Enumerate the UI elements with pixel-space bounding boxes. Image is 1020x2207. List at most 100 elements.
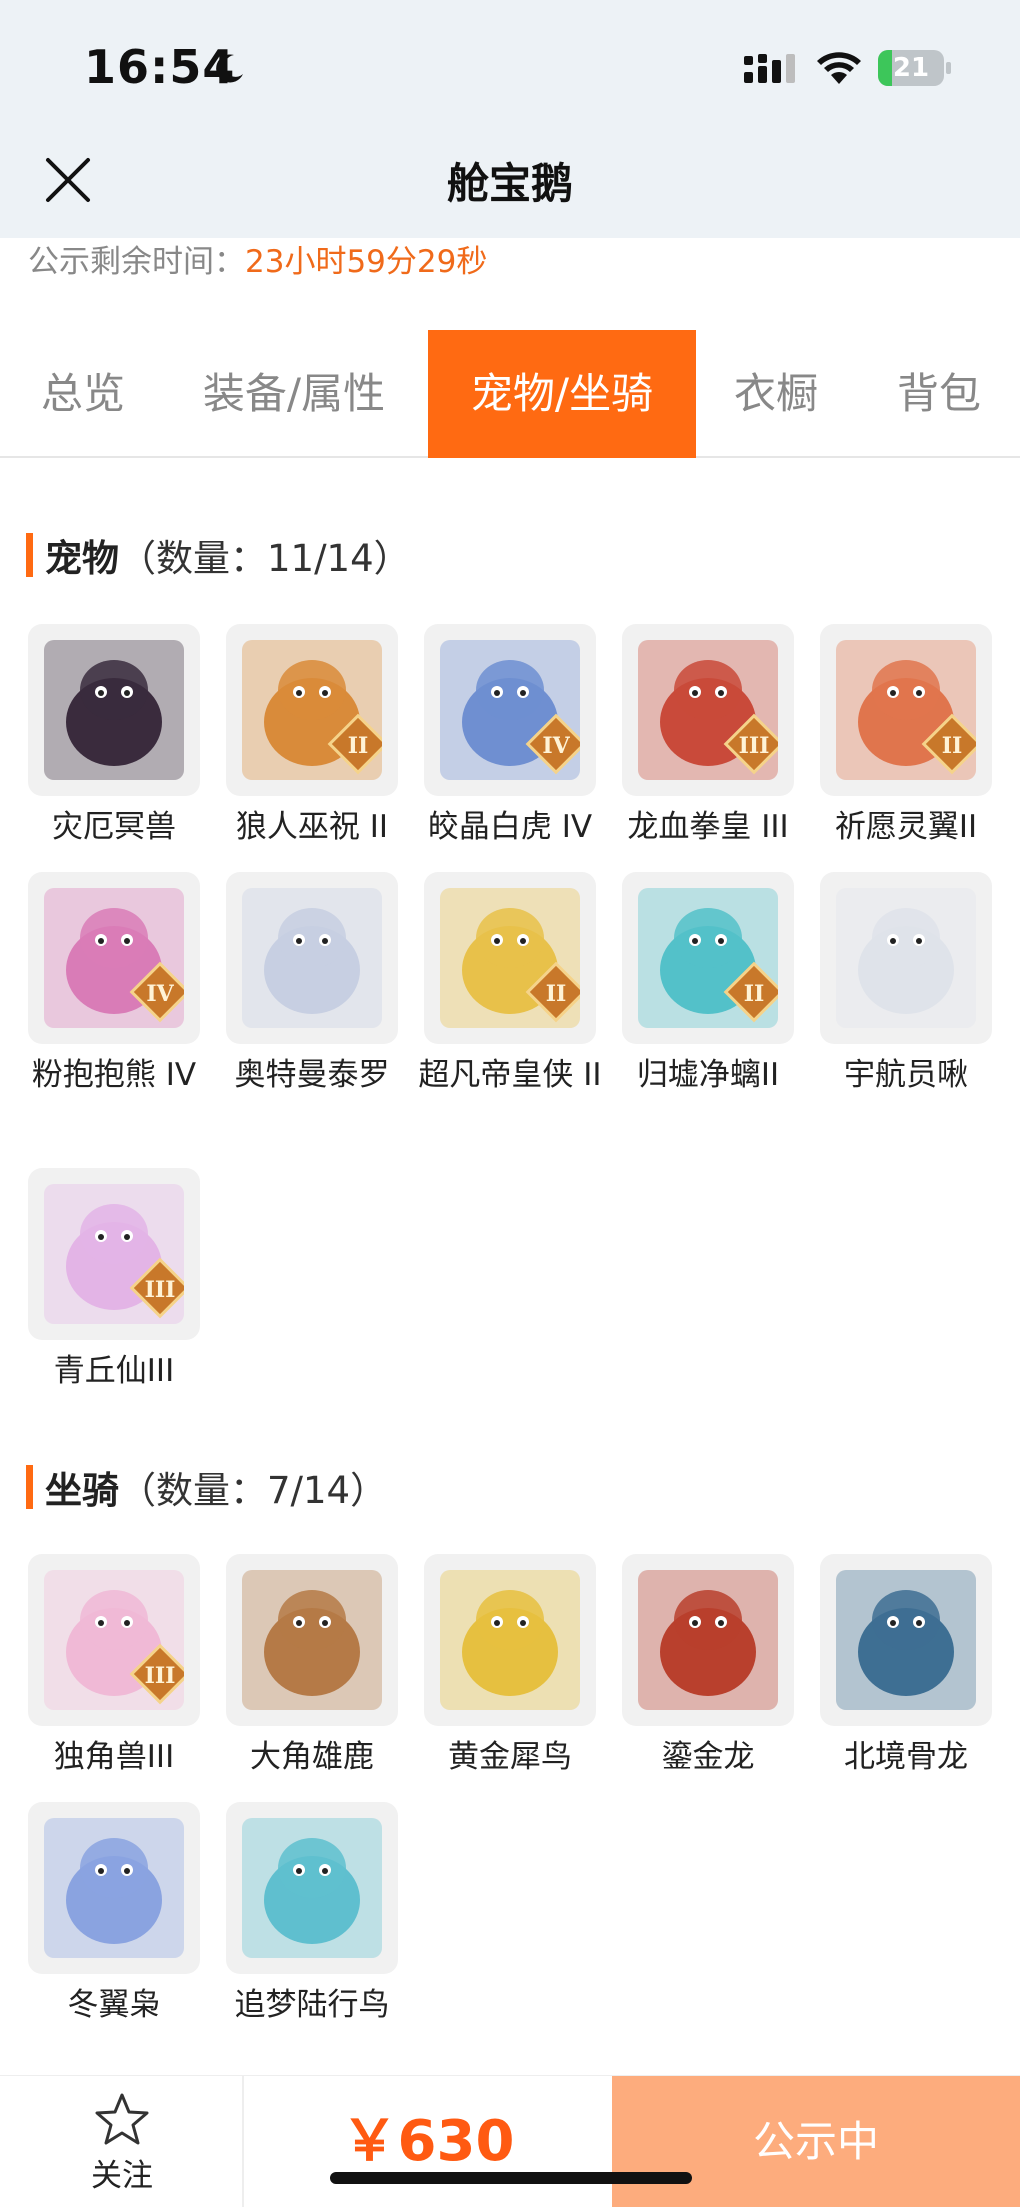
mount-portrait [440,1570,580,1710]
pet-name: 灾厄冥兽 [52,809,176,845]
star-icon [95,2093,149,2145]
mounts-title: 坐骑 [45,1469,119,1512]
mount-portrait [242,1570,382,1710]
pet-item[interactable]: 灾厄冥兽 [28,624,200,845]
tab-overview[interactable]: 总览 [0,330,166,458]
mount-image [622,1554,794,1726]
price: ￥630 [341,2109,515,2174]
pet-image: IV [424,624,596,796]
tier-badge: IV [542,733,570,759]
countdown-label: 公示剩余时间： [28,244,245,280]
battery-level: 21 [892,53,930,83]
tab-wardrobe[interactable]: 衣橱 [712,330,840,458]
follow-button[interactable]: 关注 [0,2076,244,2207]
pet-image: III [28,1168,200,1340]
mount-item[interactable]: 鎏金龙 [622,1554,794,1775]
pet-name: 皎晶白虎 IV [427,809,593,845]
pet-name: 粉抱抱熊 IV [31,1057,197,1093]
pet-name: 龙血拳皇 III [627,809,789,845]
mount-name: 独角兽III [53,1739,175,1775]
mount-portrait [836,1570,976,1710]
pet-item[interactable]: IV 粉抱抱熊 IV [28,872,200,1093]
tab-bar: 总览 装备/属性 宠物/坐骑 衣橱 背包 [0,330,1020,458]
pet-portrait: II [242,640,382,780]
moon-icon [216,54,243,83]
tier-badge: IV [146,981,174,1007]
pet-portrait: II [440,888,580,1028]
pet-item[interactable]: IV 皎晶白虎 IV [424,624,596,845]
pet-portrait: IV [44,888,184,1028]
pet-name: 奥特曼泰罗 [234,1057,390,1093]
pet-item[interactable]: II 归墟净螭II [622,872,794,1093]
pet-image [28,624,200,796]
tab-equipment[interactable]: 装备/属性 [184,330,404,458]
pet-name: 青丘仙III [53,1353,175,1389]
pet-name: 狼人巫祝 II [235,809,389,845]
mount-name: 追梦陆行鸟 [234,1987,390,2023]
mount-image: III [28,1554,200,1726]
pet-item[interactable]: II 狼人巫祝 II [226,624,398,845]
pet-item[interactable]: 奥特曼泰罗 [226,872,398,1093]
pet-item[interactable]: 宇航员啾 [820,872,992,1093]
pet-name: 超凡帝皇侠 II [418,1057,602,1093]
pet-name: 归墟净螭II [636,1057,780,1093]
mount-name: 黄金犀鸟 [448,1739,572,1775]
tab-pets-mounts[interactable]: 宠物/坐骑 [428,330,696,458]
mount-item[interactable]: III 独角兽III [28,1554,200,1775]
tier-badge: II [942,733,963,759]
pet-image: II [424,872,596,1044]
mount-portrait [44,1818,184,1958]
pet-image: III [622,624,794,796]
pet-name: 宇航员啾 [844,1057,968,1093]
battery-icon: 21 [878,50,952,86]
mount-image [820,1554,992,1726]
mount-item[interactable]: 追梦陆行鸟 [226,1802,398,2023]
pet-portrait: IV [440,640,580,780]
pet-name: 祈愿灵翼II [834,809,978,845]
mount-name: 大角雄鹿 [250,1739,374,1775]
mount-name: 北境骨龙 [844,1739,968,1775]
mount-name: 冬翼枭 [67,1987,161,2023]
tier-badge: III [145,1277,176,1303]
countdown: 公示剩余时间：23小时59分29秒 [28,236,487,281]
pet-portrait [836,888,976,1028]
tier-badge: III [145,1663,176,1689]
signal-icon [744,54,795,83]
tier-badge: II [348,733,369,759]
mount-item[interactable]: 冬翼枭 [28,1802,200,2023]
pet-image: II [226,624,398,796]
mount-portrait [638,1570,778,1710]
home-indicator [330,2172,692,2184]
mount-portrait: III [44,1570,184,1710]
mount-item[interactable]: 黄金犀鸟 [424,1554,596,1775]
countdown-value: 23小时59分29秒 [245,244,488,280]
mount-image [424,1554,596,1726]
tier-badge: II [744,981,765,1007]
mount-image [226,1802,398,1974]
pet-portrait: II [638,888,778,1028]
pet-portrait [242,888,382,1028]
mounts-section-title: 坐骑（数量：7/14） [26,1460,387,1514]
mount-item[interactable]: 大角雄鹿 [226,1554,398,1775]
pet-item[interactable]: III 龙血拳皇 III [622,624,794,845]
pet-portrait: III [44,1184,184,1324]
pets-section-title: 宠物（数量：11/14） [26,528,411,582]
pet-image [820,872,992,1044]
pet-portrait: II [836,640,976,780]
pet-item[interactable]: II 超凡帝皇侠 II [418,872,602,1093]
pet-portrait: III [638,640,778,780]
mount-item[interactable]: 北境骨龙 [820,1554,992,1775]
pet-image: II [622,872,794,1044]
pet-item[interactable]: III 青丘仙III [28,1168,200,1389]
tab-backpack[interactable]: 背包 [872,330,1006,458]
follow-label: 关注 [91,2158,153,2194]
pet-image: II [820,624,992,796]
top-bar: 16:54 21 舱宝鹅 [0,0,1020,238]
mount-image [226,1554,398,1726]
bottom-bar: 关注 ￥630 公示中 [0,2075,1020,2207]
pets-count: （数量：11/14） [119,537,411,580]
status-button[interactable]: 公示中 [612,2076,1020,2207]
pets-title: 宠物 [45,537,119,580]
pet-item[interactable]: II 祈愿灵翼II [820,624,992,845]
tier-badge: II [546,981,567,1007]
